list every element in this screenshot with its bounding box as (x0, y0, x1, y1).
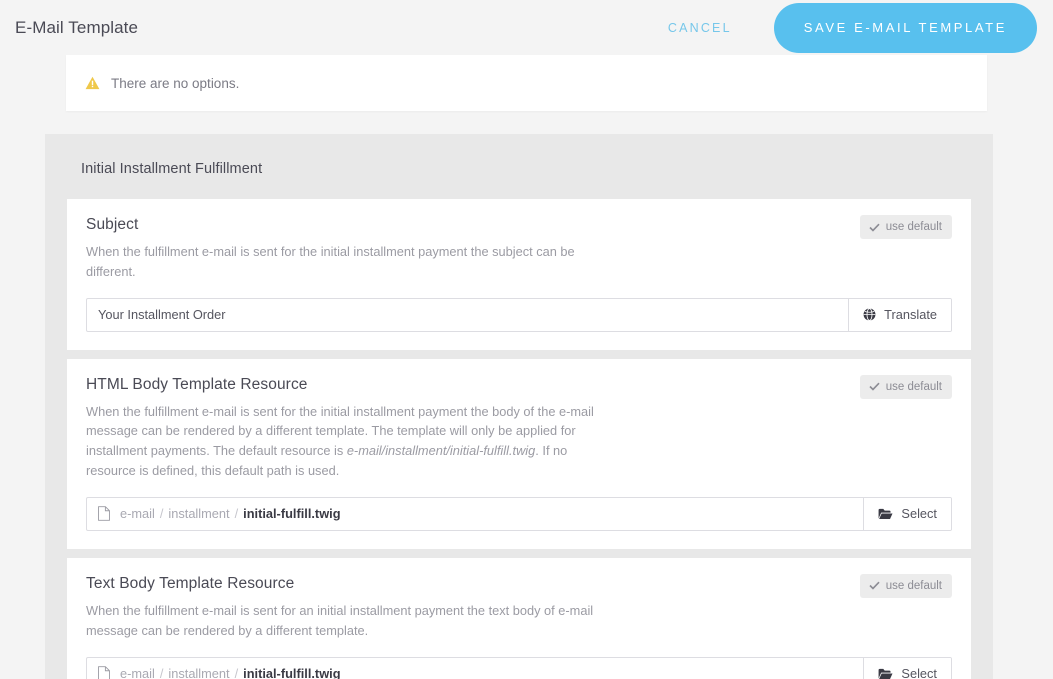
panel-body: use default Subject When the fulfillment… (45, 199, 993, 679)
alert-container: There are no options. (0, 55, 1053, 111)
installment-fulfillment-panel: Initial Installment Fulfillment use defa… (45, 134, 993, 679)
path-segment: installment (168, 506, 229, 521)
check-icon (869, 382, 880, 391)
select-button[interactable]: Select (863, 498, 951, 530)
globe-icon (863, 308, 876, 321)
subject-input[interactable]: Your Installment Order (87, 299, 848, 331)
section-html-body-template-resource: use default HTML Body Template Resource … (67, 359, 971, 549)
alert-message: There are no options. (111, 76, 239, 91)
section-text-body-template-resource: use default Text Body Template Resource … (67, 558, 971, 679)
warning-triangle-icon (85, 76, 100, 90)
path-segment: e-mail (120, 666, 155, 679)
use-default-badge[interactable]: use default (860, 215, 952, 239)
section-description: When the fulfillment e-mail is sent for … (86, 601, 616, 641)
section-title: Subject (86, 216, 952, 234)
path-separator: / (235, 666, 239, 679)
file-icon (98, 666, 110, 679)
path-segment: installment (168, 666, 229, 679)
description-default-path: e-mail/installment/initial-fulfill.twig (347, 443, 535, 458)
check-icon (869, 223, 880, 232)
use-default-label: use default (886, 381, 942, 393)
use-default-label: use default (886, 580, 942, 592)
select-label: Select (901, 506, 937, 521)
description-text: When the fulfillment e-mail is sent for … (86, 244, 575, 279)
path-segment: e-mail (120, 506, 155, 521)
section-subject: use default Subject When the fulfillment… (67, 199, 971, 350)
section-description: When the fulfillment e-mail is sent for … (86, 402, 616, 481)
section-title: Text Body Template Resource (86, 575, 952, 593)
use-default-badge[interactable]: use default (860, 574, 952, 598)
panel-title: Initial Installment Fulfillment (45, 134, 993, 199)
header-actions: CANCEL SAVE E-MAIL TEMPLATE (648, 3, 1037, 53)
text-template-path-row: e-mail / installment / initial-fulfill.t… (86, 657, 952, 679)
path-filename: initial-fulfill.twig (243, 506, 340, 521)
path-separator: / (160, 506, 164, 521)
section-description: When the fulfillment e-mail is sent for … (86, 242, 616, 282)
text-template-path[interactable]: e-mail / installment / initial-fulfill.t… (87, 658, 863, 679)
save-email-template-button[interactable]: SAVE E-MAIL TEMPLATE (774, 3, 1037, 53)
use-default-label: use default (886, 221, 942, 233)
translate-button[interactable]: Translate (848, 299, 951, 331)
page-header: E-Mail Template CANCEL SAVE E-MAIL TEMPL… (0, 0, 1053, 55)
description-text: When the fulfillment e-mail is sent for … (86, 603, 593, 638)
no-options-alert: There are no options. (66, 55, 987, 111)
subject-input-row: Your Installment Order Translate (86, 298, 952, 332)
select-button[interactable]: Select (863, 658, 951, 679)
select-label: Select (901, 666, 937, 679)
folder-open-icon (878, 508, 893, 520)
folder-open-icon (878, 668, 893, 679)
cancel-button[interactable]: CANCEL (648, 11, 752, 45)
page-title: E-Mail Template (15, 18, 138, 38)
path-separator: / (235, 506, 239, 521)
section-title: HTML Body Template Resource (86, 376, 952, 394)
path-separator: / (160, 666, 164, 679)
html-template-path-row: e-mail / installment / initial-fulfill.t… (86, 497, 952, 531)
file-icon (98, 506, 110, 521)
translate-label: Translate (884, 307, 937, 322)
use-default-badge[interactable]: use default (860, 375, 952, 399)
check-icon (869, 581, 880, 590)
path-filename: initial-fulfill.twig (243, 666, 340, 679)
html-template-path[interactable]: e-mail / installment / initial-fulfill.t… (87, 498, 863, 530)
